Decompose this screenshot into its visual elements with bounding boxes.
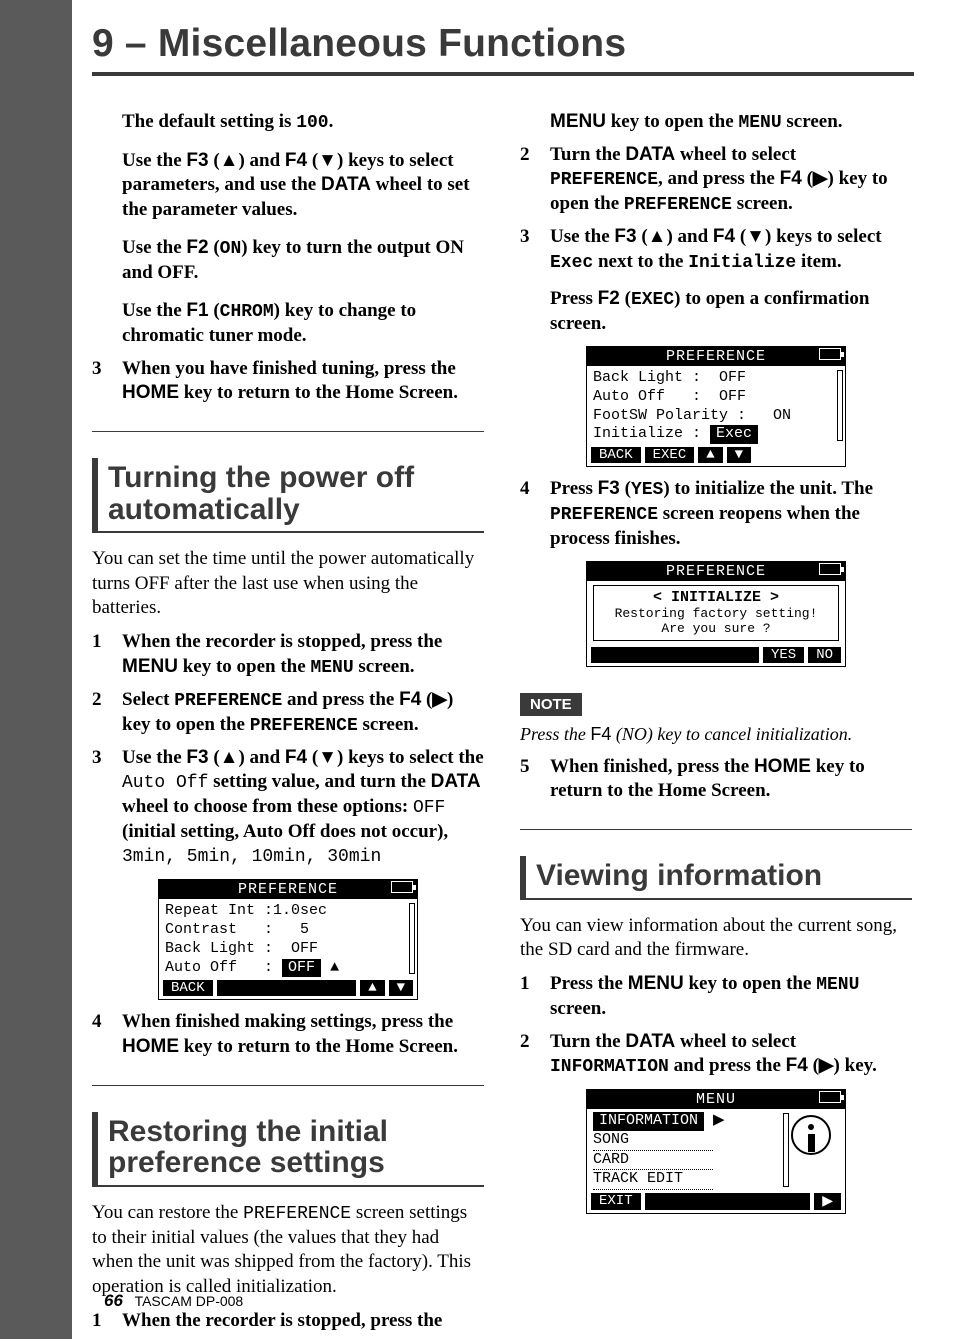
- section-view-info: Viewing information: [520, 856, 912, 900]
- section-auto-off: Turning the power off automatically: [92, 458, 484, 533]
- view-info-step2: 2 Turn the DATA wheel to select INFORMAT…: [520, 1030, 912, 1079]
- view-info-step1: 1 Press the MENU key to open the MENU sc…: [520, 972, 912, 1021]
- lcd-menu: MENU INFORMATION ▶ SONG CARD TRACK EDIT …: [586, 1089, 846, 1214]
- restore-intro: You can restore the PREFERENCE screen se…: [92, 1201, 484, 1299]
- f2-on-line: Use the F2 (ON) key to turn the output O…: [122, 236, 484, 285]
- lcd-preference-auto-off: PREFERENCE Repeat Int :1.0sec Contrast :…: [158, 879, 418, 1000]
- step-finish-tuning: 3 When you have finished tuning, press t…: [92, 357, 484, 406]
- restore-step3: 3 Use the F3 (▲) and F4 (▼) keys to sele…: [520, 225, 912, 336]
- left-sidebar: [0, 0, 72, 1339]
- f1-chrom-line: Use the F1 (CHROM) key to change to chro…: [122, 299, 484, 348]
- default-setting-line: The default setting is 100.: [122, 110, 484, 135]
- page-footer: 66 TASCAM DP-008: [104, 1291, 243, 1311]
- f3-f4-select-line: Use the F3 (▲) and F4 (▼) keys to select…: [122, 149, 484, 222]
- note-text: Press the F4 (NO) key to cancel initiali…: [520, 724, 912, 745]
- battery-icon: [391, 881, 413, 893]
- lcd-initialize-confirm: PREFERENCE < INITIALIZE > Restoring fact…: [586, 561, 846, 666]
- restore-step1: 1 When the recorder is stopped, press th…: [92, 1309, 484, 1333]
- battery-icon: [819, 348, 841, 360]
- restore-step1-cont: MENU key to open the MENU screen.: [520, 110, 912, 135]
- right-column: MENU key to open the MENU screen. 2 Turn…: [520, 102, 912, 1341]
- info-icon: [791, 1115, 831, 1155]
- divider: [92, 431, 484, 432]
- model-name: TASCAM DP-008: [135, 1293, 244, 1309]
- continuation-block: The default setting is 100. Use the F3 (…: [92, 110, 484, 349]
- view-info-intro: You can view information about the curre…: [520, 914, 912, 963]
- battery-icon: [819, 563, 841, 575]
- lcd-preference-initialize: PREFERENCE Back Light : OFF Auto Off : O…: [586, 346, 846, 467]
- restore-step4: 4 Press F3 (YES) to initialize the unit.…: [520, 477, 912, 551]
- note-badge: NOTE: [520, 693, 582, 716]
- divider: [520, 829, 912, 830]
- battery-icon: [819, 1091, 841, 1103]
- restore-step2: 2 Turn the DATA wheel to select PREFEREN…: [520, 143, 912, 217]
- chapter-title: 9 – Miscellaneous Functions: [92, 22, 914, 76]
- auto-off-step3: 3 Use the F3 (▲) and F4 (▼) keys to sele…: [92, 746, 484, 870]
- restore-step5: 5 When finished, press the HOME key to r…: [520, 755, 912, 804]
- page-number: 66: [104, 1291, 123, 1310]
- auto-off-step2: 2 Select PREFERENCE and press the F4 (▶)…: [92, 688, 484, 738]
- section-restore-prefs: Restoring the initial preference setting…: [92, 1112, 484, 1187]
- auto-off-step4: 4 When finished making settings, press t…: [92, 1010, 484, 1059]
- auto-off-intro: You can set the time until the power aut…: [92, 547, 484, 620]
- auto-off-step1: 1 When the recorder is stopped, press th…: [92, 630, 484, 679]
- left-column: The default setting is 100. Use the F3 (…: [92, 102, 484, 1341]
- divider: [92, 1085, 484, 1086]
- page-content: 9 – Miscellaneous Functions The default …: [72, 0, 954, 1341]
